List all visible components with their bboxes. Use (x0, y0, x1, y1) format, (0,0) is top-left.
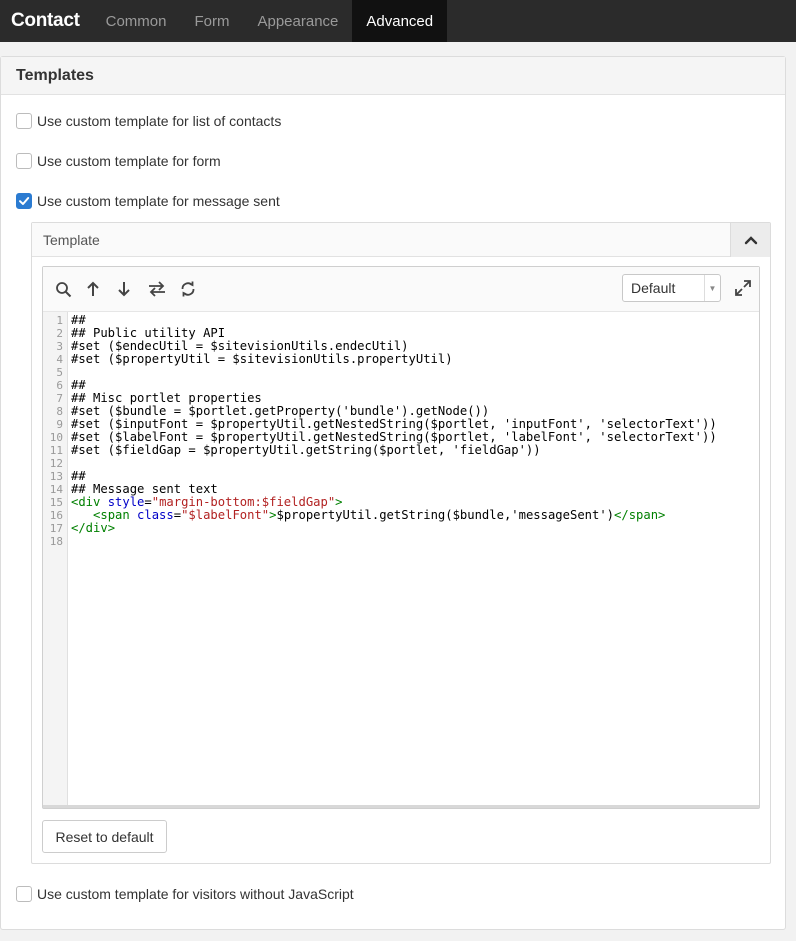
line-number: 17 (49, 522, 63, 535)
panel-title: Templates (1, 57, 785, 95)
fullscreen-button[interactable] (734, 279, 752, 297)
option-list-of-contacts[interactable]: Use custom template for list of contacts (16, 113, 281, 129)
option-label: Use custom template for form (37, 153, 221, 169)
tab-advanced[interactable]: Advanced (352, 0, 448, 42)
line-number: 10 (49, 431, 63, 444)
arrow-up-icon (87, 281, 99, 296)
option-form[interactable]: Use custom template for form (16, 153, 221, 169)
option-label: Use custom template for list of contacts (37, 113, 282, 129)
tab-common[interactable]: Common (92, 0, 181, 42)
line-number: 8 (56, 405, 63, 418)
editor-toolbar: Default ▼ (43, 267, 759, 312)
line-number: 2 (56, 327, 63, 340)
line-number: 16 (49, 509, 63, 522)
checkbox[interactable] (16, 113, 32, 129)
code-line: #set ($fieldGap = $propertyUtil.getStrin… (71, 443, 541, 457)
replace-button[interactable] (148, 277, 179, 301)
search-button[interactable] (55, 277, 86, 301)
option-label: Use custom template for visitors without… (37, 886, 354, 902)
line-number: 7 (56, 392, 63, 405)
templates-panel: Templates Use custom template for list o… (0, 56, 786, 930)
code-line: </div> (71, 521, 116, 535)
tab-form[interactable]: Form (180, 0, 243, 42)
code-editor: Default ▼ 1 2 3 4 5 6 7 8 9 10 11 12 13 14 15 16 17 18 ##… (42, 266, 760, 809)
theme-select[interactable]: Default ▼ (622, 274, 721, 302)
prev-button[interactable] (86, 277, 117, 301)
checkmark-icon (19, 197, 30, 205)
line-number: 15 (49, 496, 63, 509)
option-label: Use custom template for message sent (37, 193, 280, 209)
app-title: Contact (11, 10, 80, 31)
checkbox[interactable] (16, 886, 32, 902)
line-number: 18 (49, 535, 63, 548)
next-button[interactable] (117, 277, 148, 301)
swap-icon (149, 281, 165, 297)
code-content[interactable]: ## ## Public utility API #set ($endecUtil … (68, 312, 759, 805)
line-number: 11 (49, 444, 63, 457)
reset-to-default-button[interactable]: Reset to default (42, 820, 167, 853)
template-title: Template (43, 231, 100, 248)
editor-resize-handle[interactable] (43, 805, 759, 808)
refresh-button[interactable] (179, 277, 210, 301)
line-number: 9 (56, 418, 63, 431)
code-line: #set ($propertyUtil = $sitevisionUtils.p… (71, 352, 453, 366)
refresh-icon (181, 281, 195, 297)
line-number: 5 (56, 366, 63, 379)
theme-select-value: Default (631, 280, 676, 296)
line-number-gutter: 1 2 3 4 5 6 7 8 9 10 11 12 13 14 15 16 17 18 (43, 312, 68, 805)
template-subpanel: Template Default ▼ 1 2 3 4 5 6 7 8 9 10 … (31, 222, 771, 864)
tab-appearance[interactable]: Appearance (243, 0, 352, 42)
line-number: 12 (49, 457, 63, 470)
line-number: 14 (49, 483, 63, 496)
option-no-javascript[interactable]: Use custom template for visitors without… (16, 886, 354, 902)
expand-icon (735, 280, 751, 296)
template-header: Template (32, 222, 770, 257)
line-number: 13 (49, 470, 63, 483)
line-number: 6 (56, 379, 63, 392)
line-number: 3 (56, 340, 63, 353)
chevron-down-icon: ▼ (704, 275, 720, 301)
search-icon (56, 281, 72, 297)
chevron-up-icon (744, 235, 757, 244)
line-number: 1 (56, 314, 63, 327)
checkbox-checked[interactable] (16, 193, 32, 209)
collapse-button[interactable] (730, 222, 770, 257)
code-area[interactable]: 1 2 3 4 5 6 7 8 9 10 11 12 13 14 15 16 17 18 ## ## Public … (43, 312, 759, 805)
option-message-sent[interactable]: Use custom template for message sent (16, 193, 280, 209)
code-line: <span class="$labelFont">$propertyUtil.g… (93, 508, 666, 522)
arrow-down-icon (118, 282, 130, 297)
checkbox[interactable] (16, 153, 32, 169)
top-nav-bar: Contact Common Form Appearance Advanced (0, 0, 796, 42)
line-number: 4 (56, 353, 63, 366)
